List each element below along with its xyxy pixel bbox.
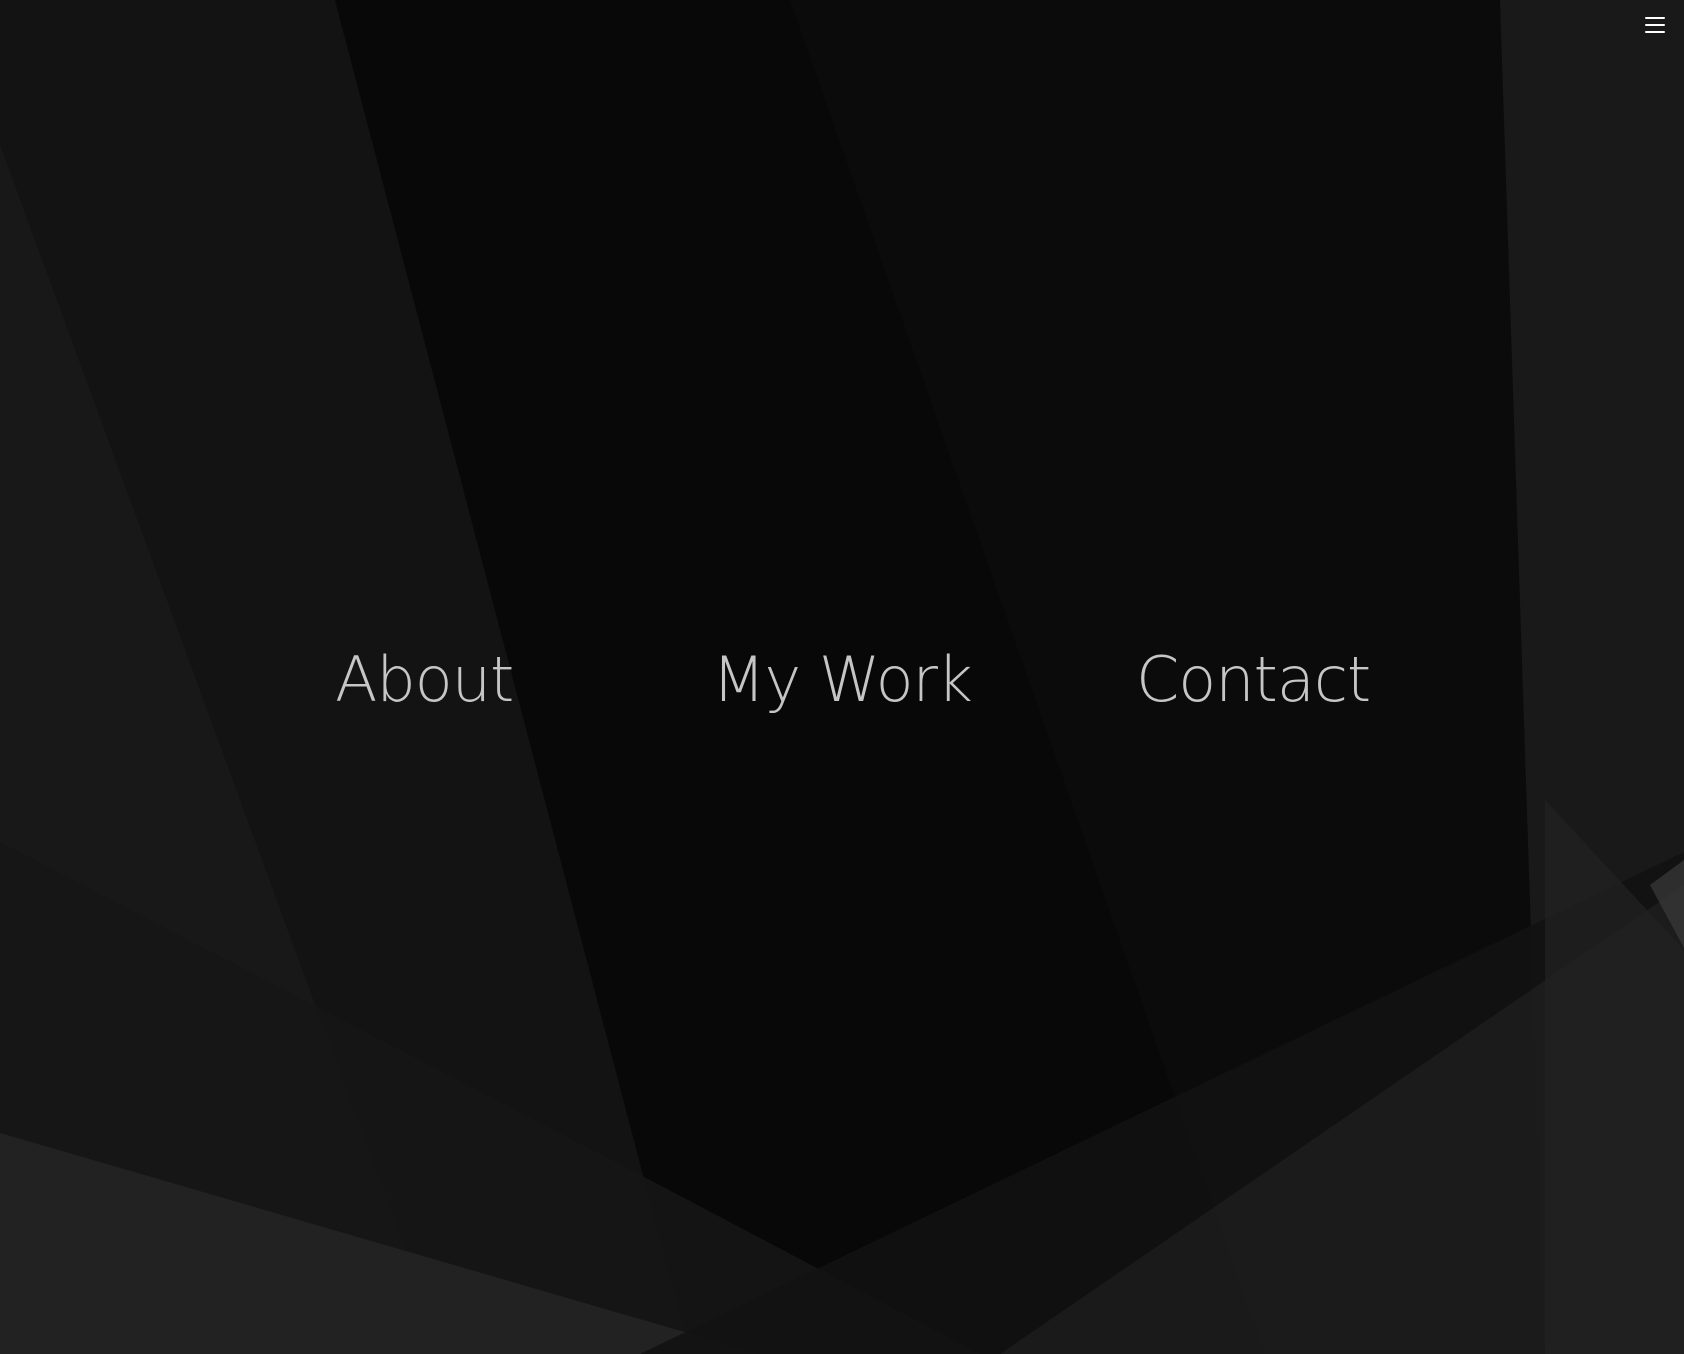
nav-link-about[interactable]: About: [335, 635, 514, 725]
main-nav: About My Work Contact: [0, 635, 1684, 725]
menu-bar-icon: [1645, 24, 1665, 26]
page: About My Work Contact: [0, 0, 1684, 1354]
nav-link-my-work[interactable]: My Work: [712, 635, 973, 725]
menu-bar-icon: [1645, 31, 1665, 33]
menu-button[interactable]: [1642, 14, 1668, 36]
nav-link-contact[interactable]: Contact: [1136, 635, 1371, 725]
menu-bar-icon: [1645, 17, 1665, 19]
